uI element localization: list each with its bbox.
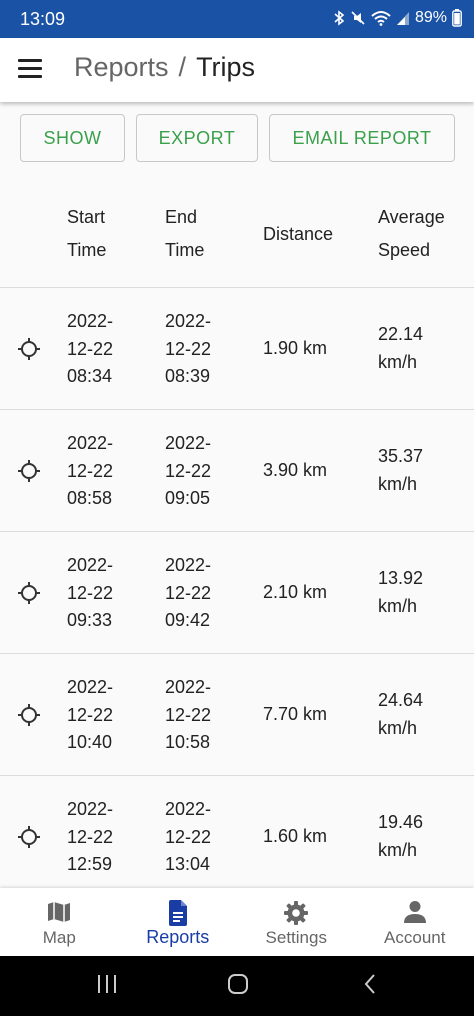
average-speed-cell: 35.37 km/h <box>378 446 424 494</box>
locate-trip-icon[interactable] <box>17 459 41 483</box>
breadcrumb-trips: Trips <box>196 52 256 82</box>
locate-trip-icon[interactable] <box>17 337 41 361</box>
signal-icon <box>396 12 409 25</box>
average-speed-cell: 24.64 km/h <box>378 690 424 738</box>
end-time-cell: 2022- 12-22 13:04 <box>165 799 212 874</box>
table-row[interactable]: 2022- 12-22 09:33 2022- 12-22 09:42 2.10 km 13.… <box>0 532 474 654</box>
end-time-cell: 2022- 12-22 09:42 <box>165 555 212 630</box>
column-header-end-time[interactable]: End Time <box>165 201 257 267</box>
breadcrumb-separator: / <box>178 52 187 82</box>
average-speed-cell: 22.14 km/h <box>378 324 424 372</box>
table-header: Start Time End Time Distance Average Spe… <box>0 180 474 288</box>
nav-reports[interactable]: Reports <box>119 888 238 956</box>
bluetooth-icon <box>334 10 345 26</box>
column-header-start-time[interactable]: Start Time <box>67 201 159 267</box>
map-icon <box>48 902 71 922</box>
battery-level: 89% <box>414 9 447 26</box>
battery-icon <box>452 9 462 27</box>
distance-cell: 7.70 km <box>263 704 328 724</box>
menu-icon[interactable] <box>18 59 42 79</box>
distance-cell: 1.90 km <box>263 338 328 358</box>
home-icon[interactable] <box>227 973 249 995</box>
end-time-cell: 2022- 12-22 09:05 <box>165 433 212 508</box>
locate-trip-icon[interactable] <box>17 703 41 727</box>
start-time-cell: 2022- 12-22 08:58 <box>67 433 114 508</box>
start-time-cell: 2022- 12-22 10:40 <box>67 677 114 752</box>
start-time-cell: 2022- 12-22 08:34 <box>67 311 114 386</box>
recent-apps-icon[interactable] <box>96 973 118 995</box>
nav-settings[interactable]: Settings <box>237 888 356 956</box>
table-row[interactable]: 2022- 12-22 08:58 2022- 12-22 09:05 3.90 km 35.… <box>0 410 474 532</box>
column-header-distance[interactable]: Distance <box>263 218 373 251</box>
start-time-cell: 2022- 12-22 09:33 <box>67 555 114 630</box>
status-bar: 13:09 89% <box>0 0 474 38</box>
status-icons: 89% <box>333 9 462 27</box>
average-speed-cell: 19.46 km/h <box>378 812 424 860</box>
table-row[interactable]: 2022- 12-22 08:34 2022- 12-22 08:39 1.90 km 22.… <box>0 288 474 410</box>
breadcrumb-reports[interactable]: Reports <box>74 52 169 83</box>
page-title: Reports / Trips <box>74 52 255 83</box>
back-icon[interactable] <box>362 973 378 995</box>
table-row[interactable]: 2022- 12-22 12:59 2022- 12-22 13:04 1.60 km 19.… <box>0 776 474 898</box>
export-button[interactable]: EXPORT <box>136 114 258 162</box>
distance-cell: 1.60 km <box>263 826 328 846</box>
start-time-cell: 2022- 12-22 12:59 <box>67 799 114 874</box>
system-navigation-bar <box>0 956 474 1016</box>
distance-cell: 3.90 km <box>263 460 328 480</box>
column-header-average-speed[interactable]: Average Speed <box>378 201 470 267</box>
table-row[interactable]: 2022- 12-22 10:40 2022- 12-22 10:58 7.70 km 24.… <box>0 654 474 776</box>
gear-icon <box>284 901 309 925</box>
locate-trip-icon[interactable] <box>17 581 41 605</box>
wifi-icon <box>371 11 391 26</box>
trips-table: Start Time End Time Distance Average Spe… <box>0 180 474 898</box>
distance-cell: 2.10 km <box>263 582 328 602</box>
nav-account[interactable]: Account <box>356 888 474 956</box>
end-time-cell: 2022- 12-22 10:58 <box>165 677 212 752</box>
app-bar: Reports / Trips <box>0 38 474 102</box>
report-actions: SHOW EXPORT EMAIL REPORT <box>20 114 455 162</box>
nav-map[interactable]: Map <box>0 888 119 956</box>
locate-trip-icon[interactable] <box>17 825 41 849</box>
bottom-navigation: Map Reports Settings Account <box>0 888 474 956</box>
document-icon <box>168 900 187 926</box>
email-report-button[interactable]: EMAIL REPORT <box>269 114 455 162</box>
end-time-cell: 2022- 12-22 08:39 <box>165 311 212 386</box>
person-icon <box>403 901 426 923</box>
average-speed-cell: 13.92 km/h <box>378 568 424 616</box>
status-time: 13:09 <box>20 9 66 29</box>
show-button[interactable]: SHOW <box>20 114 125 162</box>
mute-icon <box>351 11 365 25</box>
